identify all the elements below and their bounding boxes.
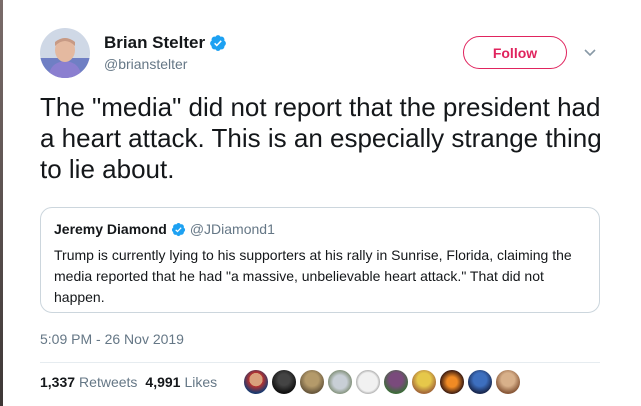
liker-avatar[interactable] — [354, 368, 382, 396]
tweet-timestamp[interactable]: 5:09 PM - 26 Nov 2019 — [40, 331, 184, 347]
likes-label: Likes — [184, 374, 218, 390]
quoted-tweet-text: Trump is currently lying to his supporte… — [54, 247, 572, 305]
verified-badge-icon — [171, 222, 185, 236]
liker-avatar[interactable] — [438, 368, 466, 396]
quoted-tweet[interactable]: Jeremy Diamond @JDiamond1 Trump is curre… — [40, 207, 600, 313]
retweets-label: Retweets — [79, 374, 138, 390]
tweet-stats: 1,337 Retweets 4,991 Likes — [40, 374, 217, 390]
liker-avatar[interactable] — [326, 368, 354, 396]
liker-avatar[interactable] — [494, 368, 522, 396]
liker-avatar[interactable] — [298, 368, 326, 396]
author-name[interactable]: Brian Stelter — [104, 33, 205, 53]
author-handle[interactable]: @brianstelter — [104, 56, 187, 72]
likes-stat[interactable]: 4,991 Likes — [145, 374, 217, 390]
quoted-author-handle: @JDiamond1 — [189, 221, 275, 237]
tweet-text: The "media" did not report that the pres… — [40, 92, 602, 184]
likes-count: 4,991 — [145, 374, 181, 390]
liker-avatar[interactable] — [410, 368, 438, 396]
verified-badge-icon — [210, 35, 226, 51]
follow-button[interactable]: Follow — [463, 36, 567, 69]
liker-avatar[interactable] — [382, 368, 410, 396]
quoted-author-name: Jeremy Diamond — [54, 221, 167, 237]
avatar[interactable] — [40, 28, 90, 78]
divider — [40, 362, 600, 363]
liker-avatar[interactable] — [242, 368, 270, 396]
retweets-stat[interactable]: 1,337 Retweets — [40, 374, 137, 390]
likers-avatars — [242, 368, 522, 396]
liker-avatar[interactable] — [466, 368, 494, 396]
liker-avatar[interactable] — [270, 368, 298, 396]
window-edge — [0, 0, 3, 406]
retweets-count: 1,337 — [40, 374, 76, 390]
chevron-down-icon[interactable] — [583, 45, 597, 59]
